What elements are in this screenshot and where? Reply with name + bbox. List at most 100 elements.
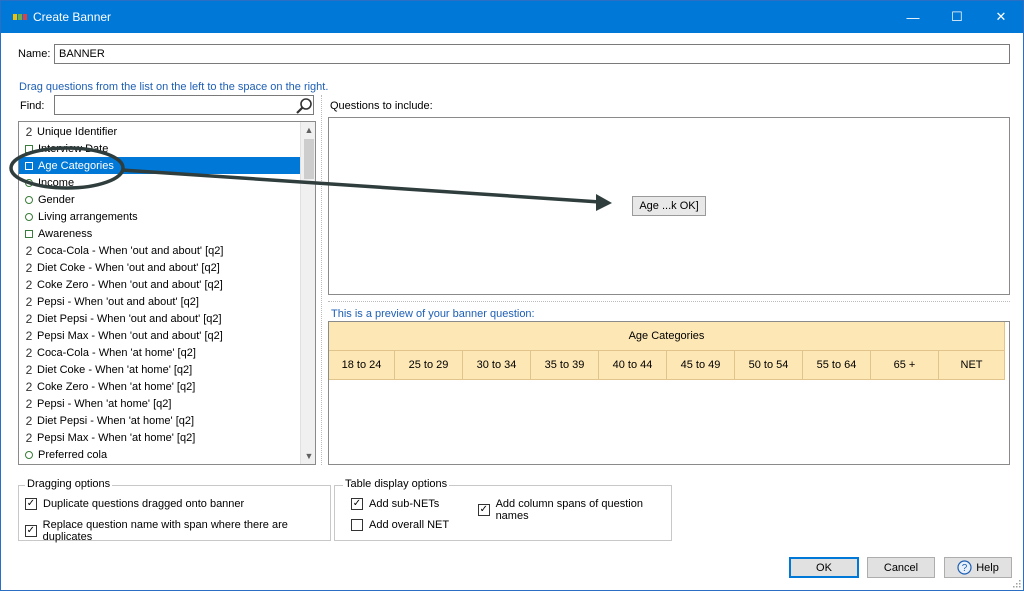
window-title: Create Banner [33,10,112,24]
duplicate-questions-checkbox[interactable]: ✓ Duplicate questions dragged onto banne… [25,498,244,510]
dragging-options-title: Dragging options [25,478,113,490]
checkbox-box: ✓ [25,525,37,537]
close-button[interactable]: ✕ [979,1,1023,33]
question-list-scrollbar[interactable]: ▲ ▼ [300,122,315,464]
numeric-question-icon: 2 [25,124,33,139]
ok-button[interactable]: OK [789,557,859,578]
category-question-icon [25,229,33,238]
numeric-question-icon: 2 [25,379,33,394]
banner-column-header: 35 to 39 [531,351,599,380]
question-item-label: Diet Coke - When 'out and about' [q2] [37,261,220,274]
maximize-button[interactable]: ☐ [935,1,979,33]
numeric-question-icon: 2 [25,294,33,309]
question-item[interactable]: Interview Date [19,140,300,157]
question-item[interactable]: Age Categories [19,157,300,174]
question-item-label: Pepsi Max - When 'at home' [q2] [37,431,196,444]
numeric-question-icon: 2 [25,413,33,428]
nominal-question-icon [25,450,33,459]
question-item-label: Coca-Cola - When 'at home' [q2] [37,346,196,359]
table-display-options-group: Table display options ✓ Add sub-NETs ✓ A… [334,478,672,541]
question-item-label: Interview Date [38,142,109,155]
question-item[interactable]: 2 Coca-Cola - When 'out and about' [q2] [19,242,300,259]
date-question-icon [25,144,33,153]
numeric-question-icon: 2 [25,277,33,292]
add-column-spans-checkbox[interactable]: ✓ Add column spans of question names [478,498,671,522]
add-sub-nets-checkbox[interactable]: ✓ Add sub-NETs [351,498,439,510]
nominal-question-icon [25,212,33,221]
checkbox-label: Add column spans of question names [495,498,643,522]
numeric-question-icon: 2 [25,362,33,377]
question-item-label: Preferred cola [38,448,108,461]
help-button[interactable]: ? Help [944,557,1012,578]
question-item[interactable]: Gender [19,191,300,208]
drag-hint: Drag questions from the list on the left… [19,81,329,93]
table-display-options-title: Table display options [343,478,450,490]
question-item[interactable]: 2 Diet Pepsi - When 'out and about' [q2] [19,310,300,327]
scroll-up-icon[interactable]: ▲ [301,122,315,138]
horizontal-splitter[interactable] [328,301,1010,303]
dragged-question-chip[interactable]: Age ...k OK] [632,196,706,216]
resize-grip-icon[interactable] [1011,578,1021,588]
name-input[interactable] [54,44,1010,64]
question-item[interactable]: 2 Coke Zero - When 'out and about' [q2] [19,276,300,293]
banner-column-header: NET [939,351,1005,380]
numeric-question-icon: 2 [25,396,33,411]
question-item-label: Coke Zero - When 'out and about' [q2] [37,278,223,291]
question-item-label: Pepsi - When 'at home' [q2] [37,397,172,410]
replace-question-name-checkbox[interactable]: ✓ Replace question name with span where … [25,519,330,543]
help-button-label: Help [976,561,999,574]
checkbox-label: Add sub-NETs [369,498,440,510]
help-icon: ? [957,560,972,575]
question-item[interactable]: 2 Coca-Cola - When 'at home' [q2] [19,344,300,361]
nominal-question-icon [25,195,33,204]
numeric-question-icon: 2 [25,345,33,360]
title-bar[interactable]: Create Banner — ☐ ✕ [1,1,1023,33]
find-input[interactable] [54,95,314,115]
question-item[interactable]: 2 Unique Identifier [19,123,300,140]
question-item-label: Diet Pepsi - When 'at home' [q2] [37,414,195,427]
questions-to-include-label: Questions to include: [330,100,433,112]
checkbox-label: Replace question name with span where th… [42,519,288,543]
question-list[interactable]: 2 Unique Identifier Interview Date Age Cate… [18,121,316,465]
cancel-button[interactable]: Cancel [867,557,935,578]
question-item-label: Pepsi Max - When 'out and about' [q2] [37,329,223,342]
banner-column-header: 40 to 44 [599,351,667,380]
preview-label: This is a preview of your banner questio… [331,308,535,320]
minimize-button[interactable]: — [891,1,935,33]
numeric-question-icon: 2 [25,430,33,445]
question-item[interactable]: Preferred cola [19,446,300,463]
scroll-thumb[interactable] [304,139,314,179]
question-item[interactable]: 2 Pepsi - When 'out and about' [q2] [19,293,300,310]
close-icon: ✕ [995,9,1007,24]
question-item[interactable]: 2 Coke Zero - When 'at home' [q2] [19,378,300,395]
name-label: Name: [18,48,51,60]
question-item[interactable]: 2 Pepsi Max - When 'at home' [q2] [19,429,300,446]
question-item-label: Income [38,176,75,189]
svg-text:?: ? [962,563,968,574]
find-label: Find: [20,100,45,112]
banner-column-header: 30 to 34 [463,351,531,380]
question-item[interactable]: 2 Diet Coke - When 'out and about' [q2] [19,259,300,276]
question-item[interactable]: Income [19,174,300,191]
add-overall-net-checkbox[interactable]: Add overall NET [351,519,449,531]
question-item-label: Gender [38,193,75,206]
nominal-question-icon [25,178,33,187]
category-question-icon [25,161,33,170]
question-item[interactable]: 2 Pepsi Max - When 'out and about' [q2] [19,327,300,344]
vertical-splitter[interactable] [321,95,323,465]
question-item-label: Living arrangements [38,210,138,223]
question-item[interactable]: Awareness [19,225,300,242]
dragging-options-group: Dragging options ✓ Duplicate questions d… [18,478,331,543]
question-item[interactable]: 2 Pepsi - When 'at home' [q2] [19,395,300,412]
question-item[interactable]: Living arrangements [19,208,300,225]
question-item-label: Diet Coke - When 'at home' [q2] [37,363,193,376]
question-item[interactable]: 2 Diet Coke - When 'at home' [q2] [19,361,300,378]
banner-preview: Age Categories 18 to 24 25 to 29 30 to 34 3… [328,321,1010,465]
search-icon[interactable] [295,97,313,115]
question-item-label: Age Categories [38,159,114,172]
maximize-icon: ☐ [951,9,963,24]
question-item-label: Coke Zero - When 'at home' [q2] [37,380,196,393]
banner-preview-columns: 18 to 24 25 to 29 30 to 34 35 to 39 40 to 44… [329,351,1005,380]
scroll-down-icon[interactable]: ▼ [301,448,315,464]
question-item[interactable]: 2 Diet Pepsi - When 'at home' [q2] [19,412,300,429]
